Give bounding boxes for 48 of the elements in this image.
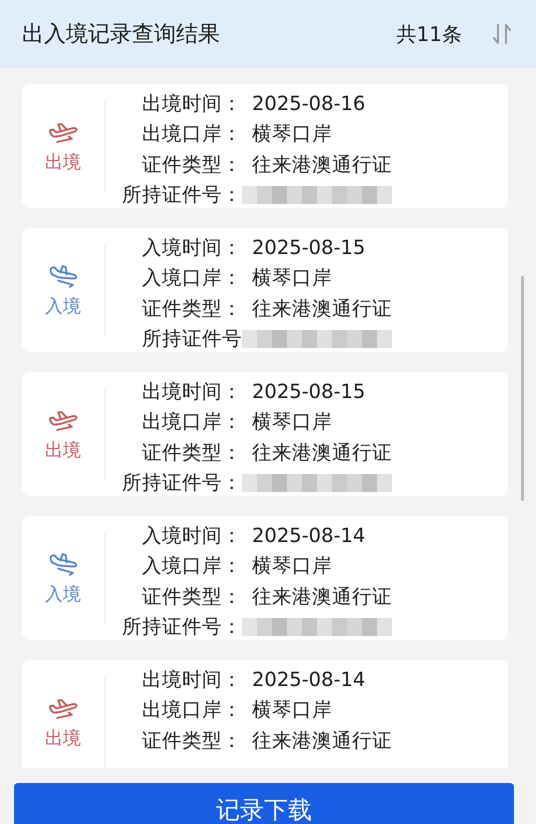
field-label: 证件类型： (141, 440, 242, 466)
direction-label: 入境 (45, 297, 81, 317)
field-label: 出境时间： (141, 666, 242, 693)
field-value: 2025-08-15 (251, 234, 366, 261)
sort-icon[interactable] (490, 22, 514, 46)
field-label: 出境口岸： (141, 697, 242, 724)
field-value: 2025-08-15 (251, 378, 366, 405)
download-button[interactable]: 记录下载 (14, 783, 514, 824)
field-label: 入境口岸： (141, 265, 242, 292)
field-value: 2025-08-16 (251, 90, 366, 117)
field-value: 横琴口岸 (251, 121, 332, 148)
field-value: 往来港澳通行证 (251, 584, 392, 610)
field-value: 往来港澳通行证 (251, 728, 392, 754)
record-card[interactable]: 出境 出境时间： 2025-08-14 出境口岸： 横琴口岸 证件类型： 往来港澳通行证 (22, 660, 508, 768)
field-label: 证件类型： (141, 296, 242, 322)
field-label: 所持证件号： (121, 470, 242, 496)
field-value: 横琴口岸 (251, 553, 332, 580)
field-label: 入境口岸： (141, 553, 242, 580)
field-label: 证件类型： (141, 584, 242, 610)
direction-label: 出境 (45, 729, 81, 749)
record-count: 共11条 (396, 21, 462, 48)
field-value: 横琴口岸 (251, 697, 332, 724)
direction-label: 入境 (45, 585, 81, 605)
direction-label: 出境 (45, 441, 81, 461)
field-label: 证件类型： (141, 728, 242, 754)
record-card[interactable]: 入境 入境时间： 2025-08-15 入境口岸： 横琴口岸 证件类型： 往来港澳通行证 所持证件号 (22, 228, 508, 352)
field-value: 横琴口岸 (251, 265, 332, 292)
field-label: 证件类型： (141, 152, 242, 178)
field-label: 所持证件号： (121, 614, 242, 640)
field-value: 往来港澳通行证 (251, 296, 392, 322)
field-label: 所持证件号： (121, 182, 242, 208)
direction-label: 出境 (45, 153, 81, 173)
record-card[interactable]: 入境 入境时间： 2025-08-14 入境口岸： 横琴口岸 证件类型： 往来港澳通行证 所持证件号： (22, 516, 508, 640)
field-value: 往来港澳通行证 (251, 152, 392, 178)
field-label: 出境时间： (141, 378, 242, 405)
page-title: 出入境记录查询结果 (22, 20, 221, 48)
field-label: 入境时间： (141, 522, 242, 549)
field-label: 出境时间： (141, 90, 242, 117)
field-label: 所持证件号 (141, 326, 242, 352)
field-value: 2025-08-14 (251, 522, 366, 549)
field-label: 出境口岸： (141, 121, 242, 148)
field-value: 2025-08-14 (251, 666, 366, 693)
field-value: 往来港澳通行证 (251, 440, 392, 466)
field-label: 入境时间： (141, 234, 242, 261)
field-label: 出境口岸： (141, 409, 242, 436)
record-card[interactable]: 出境 出境时间： 2025-08-15 出境口岸： 横琴口岸 证件类型： 往来港澳通行证 所持证件号： (22, 372, 508, 496)
record-card[interactable]: 出境 出境时间： 2025-08-16 出境口岸： 横琴口岸 证件类型： 往来港澳通行证 所持证件号： (22, 84, 508, 208)
field-value: 横琴口岸 (251, 409, 332, 436)
